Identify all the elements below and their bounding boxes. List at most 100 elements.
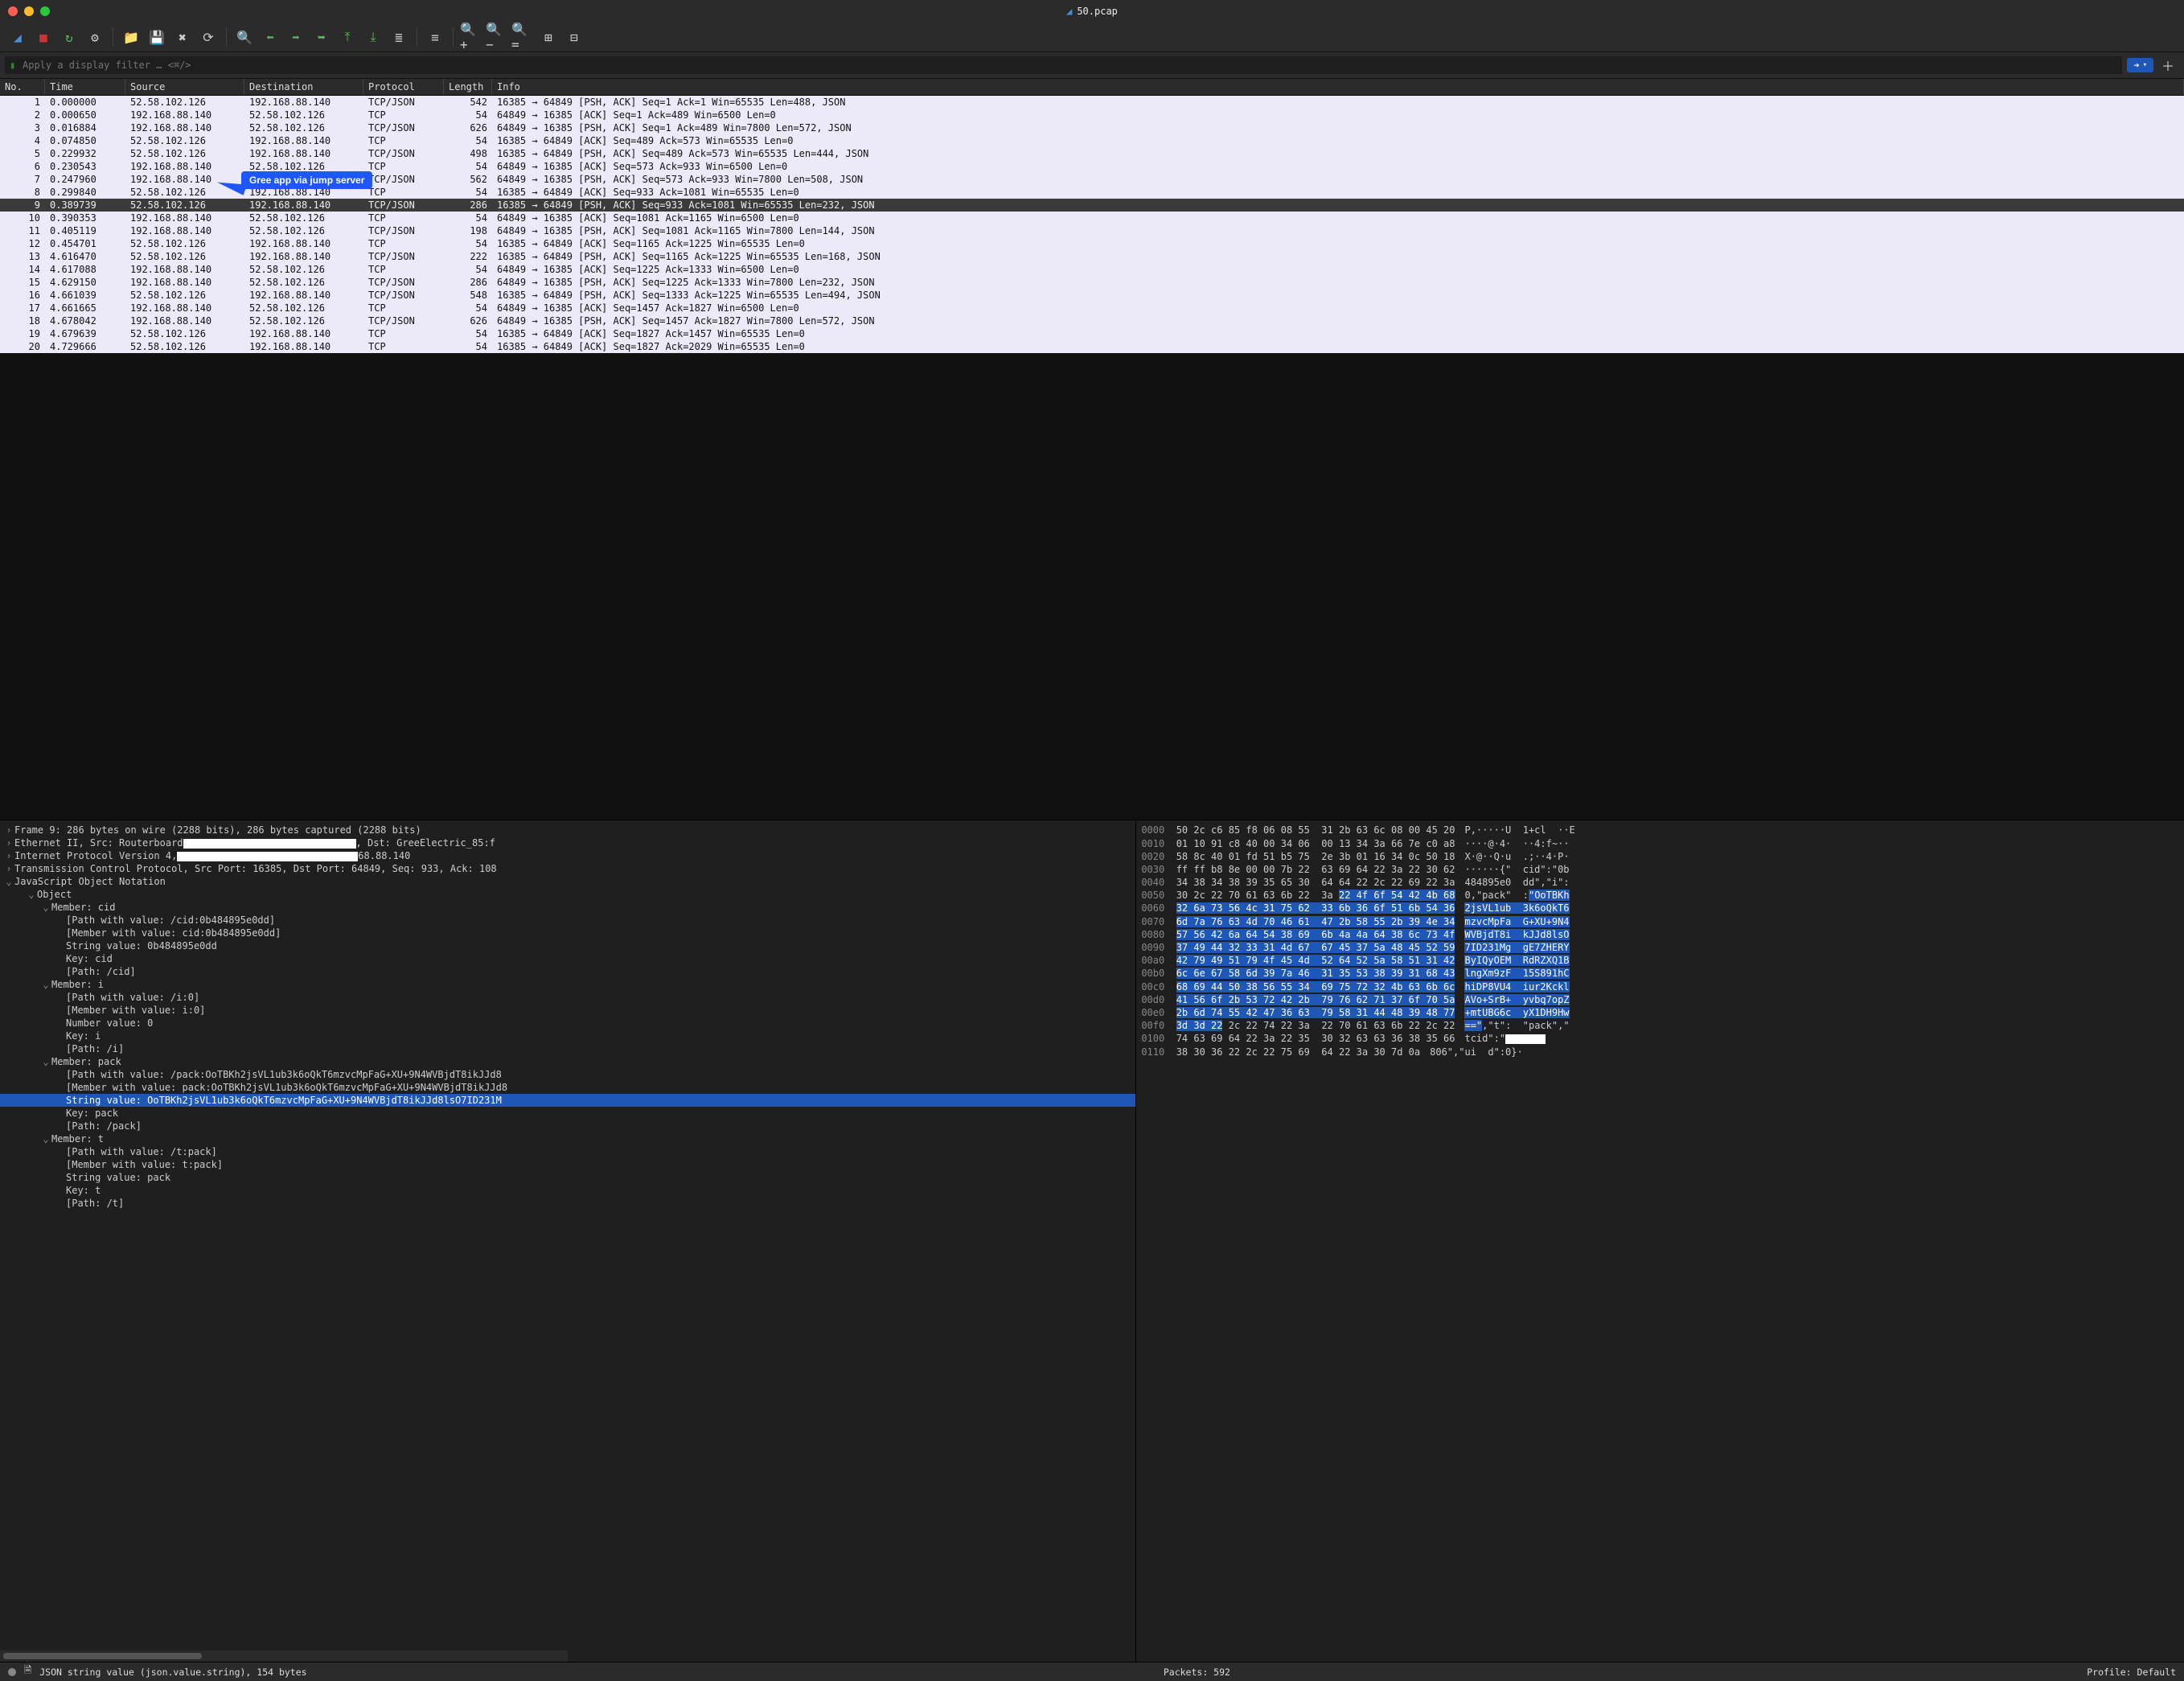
hex-row[interactable]: 0070 6d 7a 76 63 4d 70 46 61 47 2b 58 55… bbox=[1141, 915, 2179, 928]
status-profile[interactable]: Profile: Default bbox=[2087, 1667, 2176, 1678]
packet-row[interactable]: 120.45470152.58.102.126192.168.88.140TCP… bbox=[0, 237, 2184, 250]
packet-row[interactable]: 60.230543192.168.88.14052.58.102.126TCP5… bbox=[0, 160, 2184, 173]
tree-line[interactable]: [Member with value: pack:OoTBKh2jsVL1ub3… bbox=[0, 1081, 1135, 1094]
tree-line[interactable]: [Path: /pack] bbox=[0, 1120, 1135, 1132]
zoom-reset-button[interactable]: 🔍= bbox=[511, 26, 534, 48]
bookmark-icon[interactable]: ▮ bbox=[10, 60, 15, 71]
autoscroll-button[interactable]: ≣ bbox=[388, 26, 410, 48]
packet-row[interactable]: 144.617088192.168.88.14052.58.102.126TCP… bbox=[0, 263, 2184, 276]
packet-row[interactable]: 134.61647052.58.102.126192.168.88.140TCP… bbox=[0, 250, 2184, 263]
tree-line[interactable]: [Member with value: t:pack] bbox=[0, 1158, 1135, 1171]
tree-line[interactable]: [Member with value: cid:0b484895e0dd] bbox=[0, 927, 1135, 939]
tree-line[interactable]: ›Internet Protocol Version 4,.68.88.140 bbox=[0, 849, 1135, 862]
packet-row[interactable]: 204.72966652.58.102.126192.168.88.140TCP… bbox=[0, 340, 2184, 353]
zoom-out-button[interactable]: 🔍− bbox=[486, 26, 508, 48]
tree-line[interactable]: ›Transmission Control Protocol, Src Port… bbox=[0, 862, 1135, 875]
go-last-button[interactable]: ⤓ bbox=[362, 26, 384, 48]
find-button[interactable]: 🔍 bbox=[233, 26, 256, 48]
col-time[interactable]: Time bbox=[45, 79, 125, 95]
hex-row[interactable]: 0040 34 38 34 38 39 35 65 30 64 64 22 2c… bbox=[1141, 876, 2179, 889]
resize-columns-button[interactable]: ⊞ bbox=[537, 26, 560, 48]
packet-row[interactable]: 184.678042192.168.88.14052.58.102.126TCP… bbox=[0, 314, 2184, 327]
tree-line[interactable]: [Path with value: /cid:0b484895e0dd] bbox=[0, 914, 1135, 927]
colorize-button[interactable]: ≡ bbox=[424, 26, 446, 48]
tree-line[interactable]: ⌄Member: cid bbox=[0, 901, 1135, 914]
add-filter-button[interactable]: ＋ bbox=[2157, 55, 2179, 75]
resize-columns-button-2[interactable]: ⊟ bbox=[563, 26, 585, 48]
packet-row[interactable]: 30.016884192.168.88.14052.58.102.126TCP/… bbox=[0, 121, 2184, 134]
hex-row[interactable]: 0030 ff ff b8 8e 00 00 7b 22 63 69 64 22… bbox=[1141, 863, 2179, 876]
tree-line[interactable]: Key: i bbox=[0, 1030, 1135, 1042]
packet-row[interactable]: 80.29984052.58.102.126192.168.88.140TCP5… bbox=[0, 186, 2184, 199]
window-minimize-button[interactable] bbox=[24, 6, 34, 16]
tree-line[interactable]: Key: t bbox=[0, 1184, 1135, 1197]
tree-line[interactable]: ›Frame 9: 286 bytes on wire (2288 bits),… bbox=[0, 824, 1135, 836]
hex-row[interactable]: 0100 74 63 69 64 22 3a 22 35 30 32 63 63… bbox=[1141, 1032, 2179, 1045]
save-file-button[interactable]: 💾 bbox=[146, 26, 168, 48]
tree-line[interactable]: [Path: /cid] bbox=[0, 965, 1135, 978]
hex-row[interactable]: 00f0 3d 3d 22 2c 22 74 22 3a 22 70 61 63… bbox=[1141, 1019, 2179, 1032]
tree-line[interactable]: ›Ethernet II, Src: Routerboard., Dst: Gr… bbox=[0, 836, 1135, 849]
hex-row[interactable]: 00a0 42 79 49 51 79 4f 45 4d 52 64 52 5a… bbox=[1141, 954, 2179, 967]
tree-line[interactable]: ⌄JavaScript Object Notation bbox=[0, 875, 1135, 888]
tree-line[interactable]: ⌄Object bbox=[0, 888, 1135, 901]
hex-row[interactable]: 0090 37 49 44 32 33 31 4d 67 67 45 37 5a… bbox=[1141, 941, 2179, 954]
packet-row[interactable]: 164.66103952.58.102.126192.168.88.140TCP… bbox=[0, 289, 2184, 302]
col-info[interactable]: Info bbox=[492, 79, 2184, 95]
hex-row[interactable]: 00c0 68 69 44 50 38 56 55 34 69 75 72 32… bbox=[1141, 980, 2179, 993]
packet-row[interactable]: 20.000650192.168.88.14052.58.102.126TCP5… bbox=[0, 109, 2184, 121]
tree-line[interactable]: [Path with value: /pack:OoTBKh2jsVL1ub3k… bbox=[0, 1068, 1135, 1081]
packet-row[interactable]: 110.405119192.168.88.14052.58.102.126TCP… bbox=[0, 224, 2184, 237]
packet-row[interactable]: 174.661665192.168.88.14052.58.102.126TCP… bbox=[0, 302, 2184, 314]
packet-row[interactable]: 50.22993252.58.102.126192.168.88.140TCP/… bbox=[0, 147, 2184, 160]
go-first-button[interactable]: ⤒ bbox=[336, 26, 359, 48]
hex-row[interactable]: 0010 01 10 91 c8 40 00 34 06 00 13 34 3a… bbox=[1141, 837, 2179, 850]
hex-row[interactable]: 0020 58 8c 40 01 fd 51 b5 75 2e 3b 01 16… bbox=[1141, 850, 2179, 863]
restart-capture-button[interactable]: ↻ bbox=[58, 26, 80, 48]
tree-line[interactable]: [Path: /t] bbox=[0, 1197, 1135, 1210]
open-file-button[interactable]: 📁 bbox=[120, 26, 142, 48]
tree-line[interactable]: [Path with value: /i:0] bbox=[0, 991, 1135, 1004]
tree-line[interactable]: String value: pack bbox=[0, 1171, 1135, 1184]
hex-pane[interactable]: 0000 50 2c c6 85 f8 06 08 55 31 2b 63 6c… bbox=[1135, 820, 2184, 1662]
hex-row[interactable]: 00b0 6c 6e 67 58 6d 39 7a 46 31 35 53 38… bbox=[1141, 967, 2179, 980]
scrollbar[interactable] bbox=[0, 1650, 568, 1662]
tree-line[interactable]: Number value: 0 bbox=[0, 1017, 1135, 1030]
close-file-button[interactable]: ✖ bbox=[171, 26, 194, 48]
shark-fin-icon[interactable]: ◢ bbox=[6, 26, 29, 48]
tree-line[interactable]: ⌄Member: pack bbox=[0, 1055, 1135, 1068]
display-filter-input[interactable] bbox=[5, 56, 2122, 74]
hex-row[interactable]: 0050 30 2c 22 70 61 63 6b 22 3a 22 4f 6f… bbox=[1141, 889, 2179, 902]
hex-row[interactable]: 00d0 41 56 6f 2b 53 72 42 2b 79 76 62 71… bbox=[1141, 993, 2179, 1006]
packet-row[interactable]: 10.00000052.58.102.126192.168.88.140TCP/… bbox=[0, 96, 2184, 109]
col-dest[interactable]: Destination bbox=[244, 79, 363, 95]
window-close-button[interactable] bbox=[8, 6, 18, 16]
packet-row[interactable]: 100.390353192.168.88.14052.58.102.126TCP… bbox=[0, 212, 2184, 224]
col-proto[interactable]: Protocol bbox=[363, 79, 444, 95]
packet-list[interactable]: No. Time Source Destination Protocol Len… bbox=[0, 79, 2184, 820]
hex-row[interactable]: 0080 57 56 42 6a 64 54 38 69 6b 4a 4a 64… bbox=[1141, 928, 2179, 941]
packet-row[interactable]: 154.629150192.168.88.14052.58.102.126TCP… bbox=[0, 276, 2184, 289]
jump-button[interactable]: ➥ bbox=[310, 26, 333, 48]
packet-row[interactable]: 70.247960192.168.88.14052.58.102.126TCP/… bbox=[0, 173, 2184, 186]
hex-row[interactable]: 0110 38 30 36 22 2c 22 75 69 64 22 3a 30… bbox=[1141, 1046, 2179, 1058]
window-zoom-button[interactable] bbox=[40, 6, 50, 16]
packet-row[interactable]: 40.07485052.58.102.126192.168.88.140TCP5… bbox=[0, 134, 2184, 147]
col-source[interactable]: Source bbox=[125, 79, 244, 95]
stop-capture-button[interactable]: ■ bbox=[32, 26, 55, 48]
packet-details-pane[interactable]: ›Frame 9: 286 bytes on wire (2288 bits),… bbox=[0, 820, 1135, 1662]
tree-line[interactable]: Key: cid bbox=[0, 952, 1135, 965]
hex-row[interactable]: 0000 50 2c c6 85 f8 06 08 55 31 2b 63 6c… bbox=[1141, 824, 2179, 836]
tree-line[interactable]: [Path: /i] bbox=[0, 1042, 1135, 1055]
options-button[interactable]: ⚙ bbox=[84, 26, 106, 48]
col-length[interactable]: Length bbox=[444, 79, 492, 95]
hex-row[interactable]: 00e0 2b 6d 74 55 42 47 36 63 79 58 31 44… bbox=[1141, 1006, 2179, 1019]
tree-line[interactable]: ⌄Member: t bbox=[0, 1132, 1135, 1145]
tree-line[interactable]: [Path with value: /t:pack] bbox=[0, 1145, 1135, 1158]
tree-line[interactable]: [Member with value: i:0] bbox=[0, 1004, 1135, 1017]
tree-line[interactable]: String value: OoTBKh2jsVL1ub3k6oQkT6mzvc… bbox=[0, 1094, 1135, 1107]
prev-button[interactable]: ⬅ bbox=[259, 26, 281, 48]
hex-row[interactable]: 0060 32 6a 73 56 4c 31 75 62 33 6b 36 6f… bbox=[1141, 902, 2179, 914]
zoom-in-button[interactable]: 🔍+ bbox=[460, 26, 482, 48]
expert-info-icon[interactable] bbox=[8, 1668, 16, 1676]
